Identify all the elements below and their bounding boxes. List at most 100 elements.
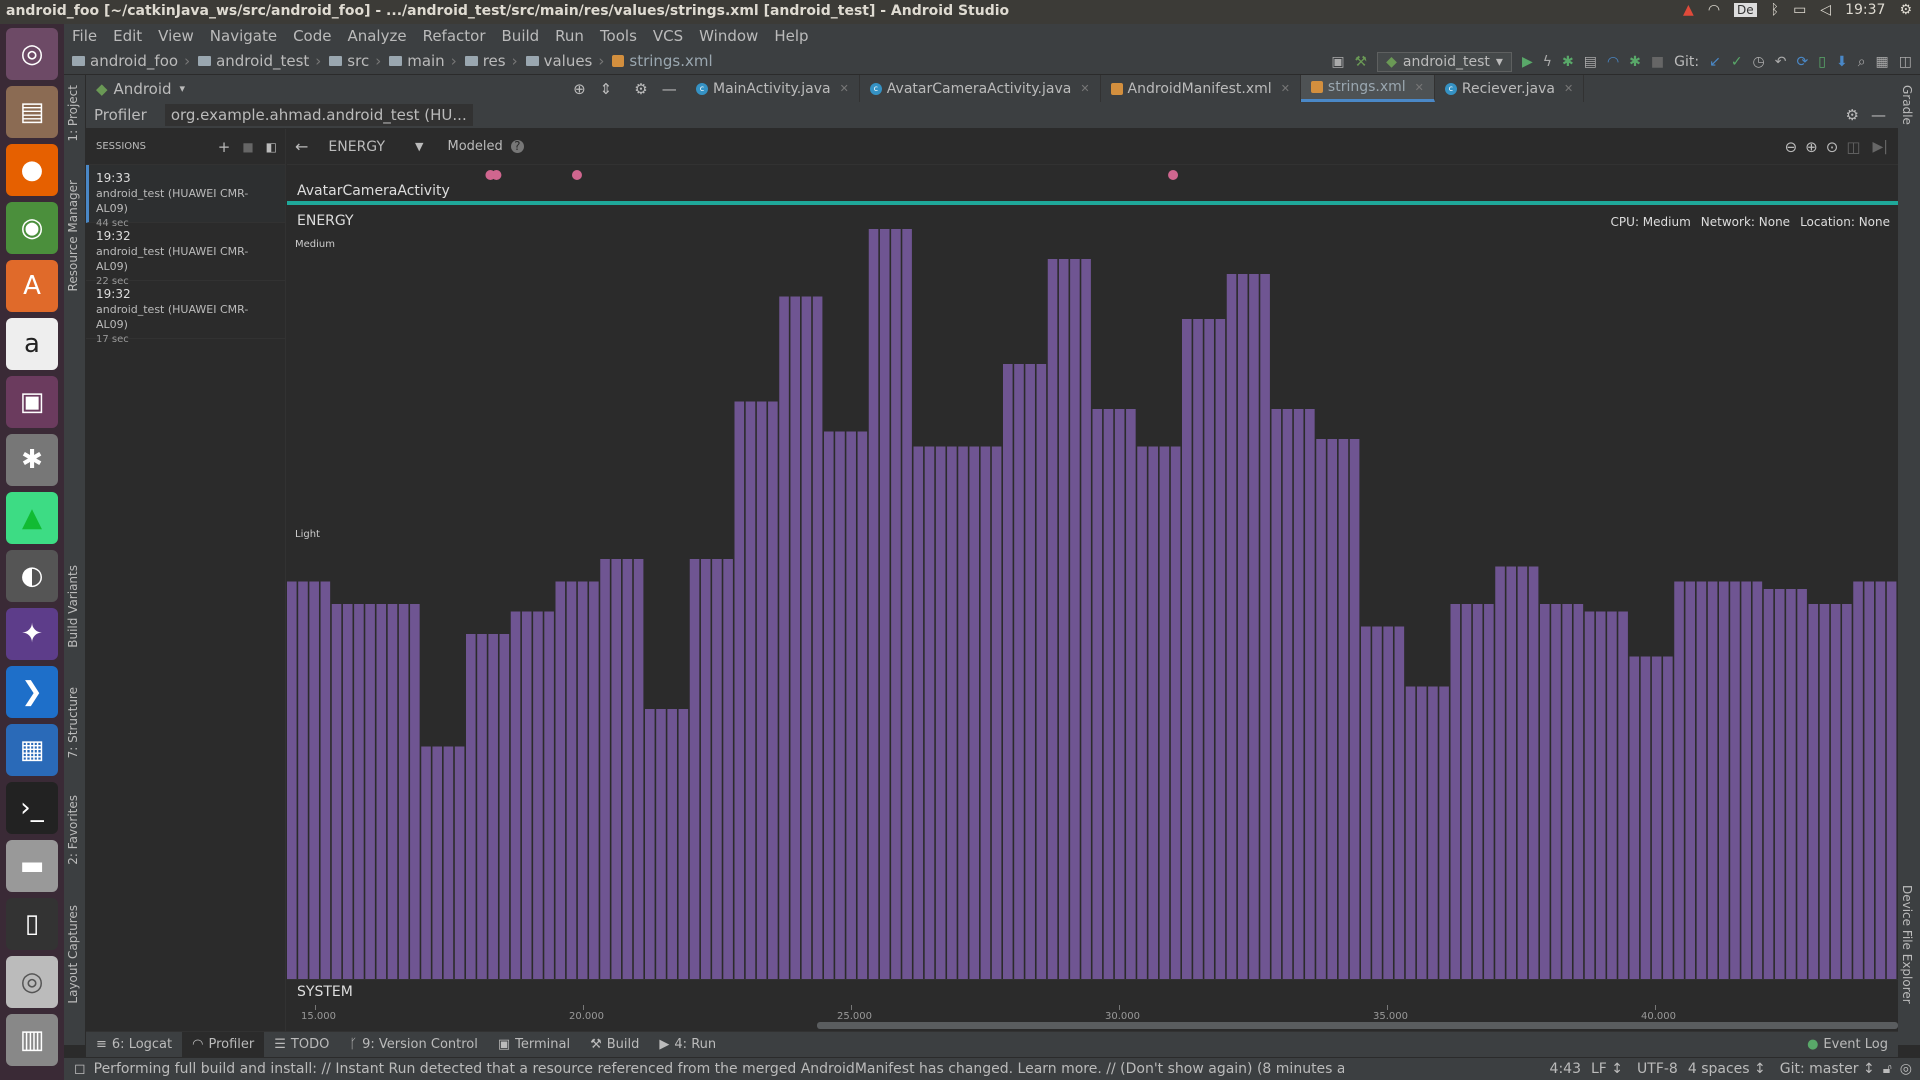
qt-creator-icon[interactable]: ✦ [6,608,58,660]
dvd-icon[interactable]: ◎ [6,956,58,1008]
tool-profiler[interactable]: ◠ Profiler [182,1031,265,1058]
warning-icon[interactable]: ▲ [1683,2,1694,18]
attach-debugger-icon[interactable]: ✱ [1629,54,1641,70]
menu-item-file[interactable]: File [64,27,105,45]
stop-icon[interactable]: ■ [1651,54,1664,70]
disk-icon[interactable]: ▬ [6,840,58,892]
coverage-icon[interactable]: ▤ [1584,54,1597,70]
event-marker[interactable] [485,170,496,180]
monitor-selector[interactable]: ENERGY [328,139,385,155]
process-selector[interactable]: org.example.ahmad.android_test (HU... [164,104,473,126]
trash-icon[interactable]: ▥ [6,1014,58,1066]
breadcrumb-item[interactable]: res › [464,52,518,70]
menu-item-tools[interactable]: Tools [592,27,645,45]
amazon-icon[interactable]: a [6,318,58,370]
tool-tab-project[interactable]: 1: Project [66,85,80,142]
stop-session-icon[interactable]: ■ [242,140,253,154]
sdk-manager-icon[interactable]: ⬇ [1836,54,1848,70]
breadcrumb-item[interactable]: main › [389,52,457,70]
zoom-in-icon[interactable]: ⊕ [1805,138,1818,156]
tool-run[interactable]: ▶ 4: Run [649,1032,726,1058]
breadcrumb-item[interactable]: values › [525,52,604,70]
sync-gradle-icon[interactable]: ⟳ [1797,54,1809,70]
event-marker[interactable] [1168,170,1179,180]
breadcrumb-item[interactable]: android_test › [198,52,321,70]
editor-tab[interactable]: AndroidManifest.xml ✕ [1101,75,1301,102]
git-branch[interactable]: Git: master ↕ [1780,1061,1875,1077]
tool-tab-build-variants[interactable]: Build Variants [66,565,80,648]
software-center-icon[interactable]: A [6,260,58,312]
editor-tab[interactable]: strings.xml ✕ [1300,75,1435,102]
menu-item-edit[interactable]: Edit [105,27,150,45]
jump-to-live-icon[interactable]: ▶| [1873,139,1888,155]
keyboard-indicator[interactable]: De [1734,3,1757,17]
menu-item-analyze[interactable]: Analyze [339,27,414,45]
status-message[interactable]: Performing full build and install: // In… [94,1061,1344,1077]
memory-icon[interactable]: ◎ [1900,1061,1912,1077]
close-icon[interactable]: ✕ [1415,81,1424,94]
close-icon[interactable]: ✕ [840,82,849,95]
event-marker[interactable] [571,170,582,180]
eclipse-icon[interactable]: ◐ [6,550,58,602]
settings-gear-icon[interactable]: ⚙ [1899,2,1912,18]
indent-setting[interactable]: 4 spaces ↕ [1688,1061,1766,1077]
pause-icon[interactable]: ◫ [1846,138,1860,156]
add-session-icon[interactable]: + [218,138,231,156]
gear-icon[interactable]: ⚙ [1846,106,1859,124]
system-settings-icon[interactable]: ✱ [6,434,58,486]
tool-tab-structure[interactable]: 7: Structure [66,687,80,758]
menu-item-build[interactable]: Build [494,27,548,45]
file-encoding[interactable]: UTF-8 [1637,1061,1678,1077]
run-icon[interactable]: ▶ [1522,54,1533,70]
menu-item-help[interactable]: Help [766,27,816,45]
files-icon[interactable]: ▤ [6,86,58,138]
vcs-update-icon[interactable]: ↙ [1709,54,1721,70]
vcs-commit-icon[interactable]: ✓ [1731,54,1743,70]
breadcrumb-item[interactable]: android_foo › [72,52,190,70]
chevron-down-icon[interactable]: ▾ [180,82,186,95]
layout-icon[interactable]: ▦ [1876,54,1889,70]
workspace-icon[interactable]: ▣ [6,376,58,428]
menu-item-window[interactable]: Window [691,27,766,45]
activity-label[interactable]: AvatarCameraActivity [287,183,1898,199]
reset-zoom-icon[interactable]: ⊙ [1826,138,1839,156]
menu-item-navigate[interactable]: Navigate [202,27,285,45]
firefox-icon[interactable]: ● [6,144,58,196]
breadcrumb-item[interactable]: strings.xml [612,52,713,70]
menu-item-refactor[interactable]: Refactor [415,27,494,45]
close-icon[interactable]: ✕ [1281,82,1290,95]
session-item[interactable]: 19:32 android_test (HUAWEI CMR-AL09) 22 se… [86,223,285,287]
battery-icon[interactable]: ▭ [1793,2,1806,18]
tool-version-control[interactable]: ᚴ 9: Version Control [339,1032,488,1058]
menu-item-view[interactable]: View [150,27,202,45]
breadcrumb-item[interactable]: src › [329,52,381,70]
timeline-scrollbar[interactable] [817,1022,1898,1029]
revert-icon[interactable]: ↶ [1775,54,1787,70]
tool-tab-resource-manager[interactable]: Resource Manager [66,180,80,291]
vscode-icon[interactable]: ❯ [6,666,58,718]
run-configuration-dropdown[interactable]: ◆ android_test ▾ [1377,51,1512,72]
clock[interactable]: 19:37 [1845,2,1885,18]
tool-todo[interactable]: ☰ TODO [264,1032,339,1058]
line-separator[interactable]: LF ↕ [1591,1061,1623,1077]
hide-icon[interactable]: — [662,80,677,98]
terminal-icon[interactable]: ›_ [6,782,58,834]
tool-logcat[interactable]: ≡ 6: Logcat [86,1032,182,1058]
device-icon[interactable]: ▯ [6,898,58,950]
status-toggle-icon[interactable]: ◻ [74,1061,86,1077]
minimize-icon[interactable]: — [1871,106,1886,124]
tool-terminal[interactable]: ▣ Terminal [488,1032,580,1058]
energy-chart-area[interactable]: ENERGY CPU: Medium Network: None Locatio… [287,205,1898,979]
window-icon[interactable]: ◫ [1899,54,1912,70]
editor-tab[interactable]: c Reciever.java ✕ [1435,75,1585,102]
debug-icon[interactable]: ✱ [1562,54,1574,70]
session-item[interactable]: 19:33 android_test (HUAWEI CMR-AL09) 44 se… [86,165,285,229]
chevron-down-icon[interactable]: ▼ [415,140,423,153]
session-item[interactable]: 19:32 android_test (HUAWEI CMR-AL09) 17 se… [86,281,285,345]
profile-icon[interactable]: ◠ [1607,54,1619,70]
close-icon[interactable]: ✕ [1564,82,1573,95]
collapse-icon[interactable]: ⇕ [600,80,613,98]
help-icon[interactable]: ? [510,140,524,153]
tool-tab-layout-captures[interactable]: Layout Captures [66,905,80,1004]
libreoffice-writer-icon[interactable]: ▦ [6,724,58,776]
